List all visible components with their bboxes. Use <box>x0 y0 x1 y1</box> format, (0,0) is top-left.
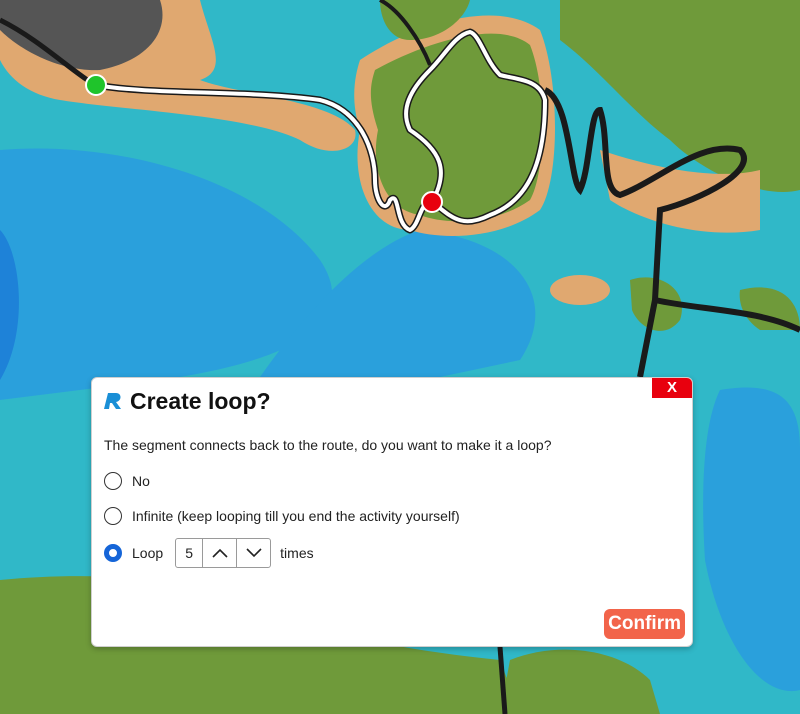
radio-loop[interactable] <box>104 544 122 562</box>
close-button[interactable]: X <box>652 378 692 398</box>
decrement-button[interactable] <box>236 539 270 567</box>
chevron-down-icon <box>246 548 262 558</box>
radio-infinite[interactable] <box>104 507 122 525</box>
island-small <box>550 275 610 305</box>
deep-water-right <box>703 387 800 692</box>
logo-icon <box>104 393 121 409</box>
chevron-up-icon <box>212 548 228 558</box>
radio-no[interactable] <box>104 472 122 490</box>
times-label: times <box>280 545 314 561</box>
increment-button[interactable] <box>203 539 236 567</box>
option-loop[interactable]: Loop 5 times <box>104 538 314 568</box>
end-marker-red[interactable] <box>421 191 443 213</box>
dialog-message: The segment connects back to the route, … <box>104 437 552 453</box>
dialog-title: Create loop? <box>130 387 271 414</box>
dialog-header: Create loop? <box>102 386 271 416</box>
land-bottom-right <box>500 649 660 714</box>
loop-count-stepper[interactable]: 5 <box>175 538 272 568</box>
start-marker-green[interactable] <box>85 74 107 96</box>
option-loop-label: Loop <box>132 545 164 561</box>
option-infinite-label: Infinite (keep looping till you end the … <box>132 508 460 524</box>
create-loop-dialog: X Create loop? The segment connects back… <box>91 377 693 647</box>
option-no-label: No <box>132 473 150 489</box>
loop-count-value[interactable]: 5 <box>176 539 204 567</box>
confirm-button[interactable]: Confirm <box>604 609 685 639</box>
option-no[interactable]: No <box>104 472 150 490</box>
option-infinite[interactable]: Infinite (keep looping till you end the … <box>104 507 460 525</box>
